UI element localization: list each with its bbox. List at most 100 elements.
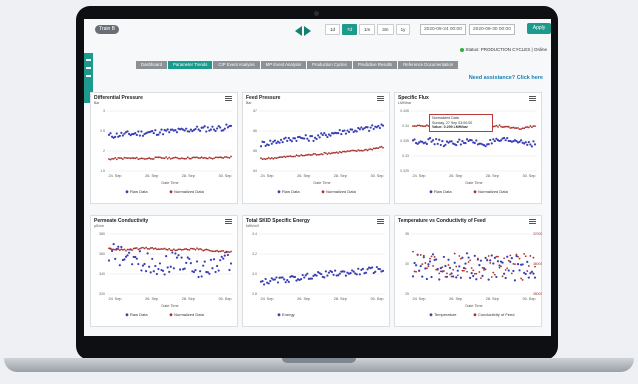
data-point xyxy=(199,157,202,159)
data-point xyxy=(154,129,157,132)
legend-label[interactable]: Normalized Data xyxy=(326,189,357,194)
data-point xyxy=(298,155,301,157)
data-point xyxy=(334,151,337,154)
data-point xyxy=(214,156,217,159)
y-tick-label: 360 xyxy=(99,252,105,256)
chart-menu-icon[interactable] xyxy=(377,96,384,102)
tab-cip-event-analysis[interactable]: CIP Event Analysis xyxy=(213,61,260,69)
y-tick-label: 0.335 xyxy=(400,139,409,143)
chart-menu-icon[interactable] xyxy=(225,219,232,225)
data-point xyxy=(380,145,383,148)
data-point xyxy=(263,157,265,160)
legend-label[interactable]: Normalized Data xyxy=(174,312,205,317)
data-point xyxy=(168,270,171,273)
legend-label[interactable]: Raw Data xyxy=(130,189,148,194)
legend-label[interactable]: Raw Data xyxy=(434,189,452,194)
data-point xyxy=(194,248,197,251)
team-selector[interactable]: Train B xyxy=(95,25,119,34)
data-point xyxy=(413,138,416,141)
data-point xyxy=(456,269,459,272)
data-point xyxy=(306,272,309,275)
apply-button[interactable]: Apply xyxy=(527,23,551,34)
data-point xyxy=(506,255,509,258)
range-button-1d[interactable]: 1d xyxy=(325,24,341,35)
data-point xyxy=(344,274,348,277)
range-button-3m[interactable]: 3m xyxy=(377,24,394,35)
data-point xyxy=(280,156,282,158)
data-point xyxy=(194,269,197,272)
next-arrow-icon[interactable] xyxy=(304,26,311,36)
range-button-1m[interactable]: 1m xyxy=(359,24,376,35)
y-tick-label: 2.8 xyxy=(252,292,257,296)
tab-dashboard[interactable]: Dashboard xyxy=(136,61,168,69)
data-point xyxy=(515,127,518,129)
data-point xyxy=(146,252,149,255)
chart-menu-icon[interactable] xyxy=(529,96,536,102)
data-point xyxy=(524,141,527,144)
data-point xyxy=(155,272,158,276)
data-point xyxy=(211,157,214,160)
legend-label[interactable]: Raw Data xyxy=(130,312,148,317)
range-button-7d[interactable]: 7d xyxy=(342,24,358,35)
status-text: Status: PRODUCTION CYCLES | Online xyxy=(465,47,547,52)
data-point xyxy=(430,255,433,258)
legend-label[interactable]: Conductivity of Feed xyxy=(478,312,514,317)
data-point xyxy=(326,135,329,139)
data-point xyxy=(301,154,304,157)
data-point xyxy=(470,139,473,142)
data-point xyxy=(211,250,214,253)
data-point xyxy=(211,125,214,128)
data-point xyxy=(324,133,327,137)
data-point xyxy=(312,153,315,155)
chart-title: Differential Pressure xyxy=(94,95,143,101)
data-point xyxy=(214,129,217,133)
tab-production-cycles[interactable]: Production Cycles xyxy=(307,61,352,69)
data-point xyxy=(143,158,146,160)
data-point xyxy=(441,266,444,269)
chart-menu-icon[interactable] xyxy=(225,96,232,102)
data-point xyxy=(108,247,110,250)
legend-label[interactable]: Normalized Data xyxy=(174,189,205,194)
data-point xyxy=(216,249,219,252)
y2-tick-label: 35000 xyxy=(533,292,542,296)
date-to-input[interactable]: 2020-09-30 00:00 xyxy=(469,24,515,35)
data-point xyxy=(264,158,267,161)
tab-mp-event-analysis[interactable]: MP Event Analysis xyxy=(260,61,307,69)
data-point xyxy=(158,262,162,265)
data-point xyxy=(121,249,124,251)
data-point xyxy=(229,262,233,265)
range-button-1y[interactable]: 1y xyxy=(395,24,411,35)
tab-predictive-results[interactable]: Predictive Results xyxy=(352,61,398,69)
data-point xyxy=(459,257,462,260)
data-point xyxy=(432,265,434,267)
data-point xyxy=(337,132,340,135)
data-point xyxy=(223,127,226,130)
legend-label[interactable]: Energy xyxy=(282,312,295,317)
date-from-input[interactable]: 2020-09-24 00:00 xyxy=(420,24,466,35)
data-point xyxy=(185,248,188,250)
data-point xyxy=(354,149,357,152)
data-point xyxy=(225,156,228,158)
data-point xyxy=(197,275,200,279)
data-point xyxy=(340,151,343,154)
data-point xyxy=(446,272,448,275)
data-point xyxy=(219,250,222,253)
data-point xyxy=(382,146,384,149)
legend-label[interactable]: Raw Data xyxy=(282,189,300,194)
tab-reference-documentation[interactable]: Reference Documentation xyxy=(398,61,459,69)
chart-menu-icon[interactable] xyxy=(377,219,384,225)
data-point xyxy=(365,148,367,151)
chart-menu-icon[interactable] xyxy=(529,219,536,225)
data-point xyxy=(188,249,191,251)
x-tick-label: 30. Sep xyxy=(370,297,383,301)
data-point xyxy=(174,129,177,132)
legend-label[interactable]: Temperature xyxy=(434,312,457,317)
data-point xyxy=(118,157,121,159)
tab-parameter-trends[interactable]: Parameter Trends xyxy=(168,61,213,69)
prev-arrow-icon[interactable] xyxy=(295,26,302,36)
assistance-link[interactable]: Need assistance? Click here xyxy=(469,75,543,81)
legend-label[interactable]: Normalized Data xyxy=(478,189,509,194)
chart-svg: 67 66 65 6424. Sep 26. Sep 28. Sep 30. Sep Date… xyxy=(253,109,385,194)
data-point xyxy=(461,269,464,272)
data-point xyxy=(500,265,502,268)
